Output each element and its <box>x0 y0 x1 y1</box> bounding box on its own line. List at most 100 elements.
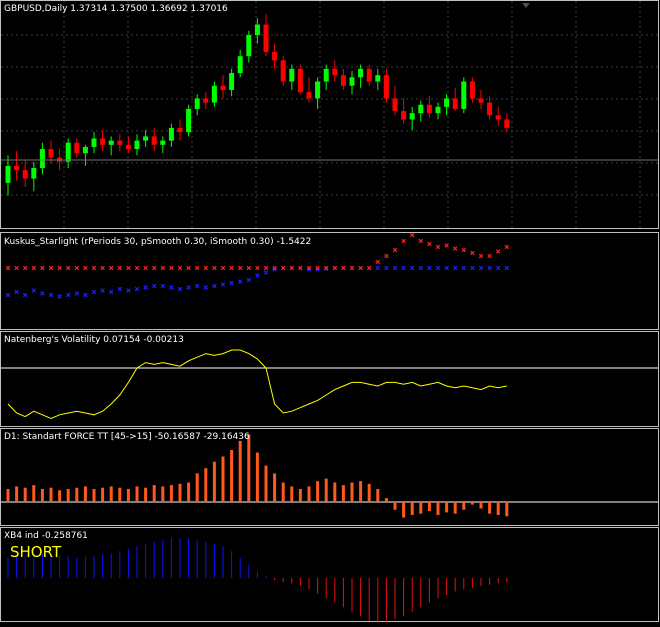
starlight-point <box>57 265 62 271</box>
candle-body <box>495 115 501 120</box>
starlight-point <box>186 265 191 271</box>
candle-body <box>375 75 381 82</box>
starlight-point <box>332 265 338 271</box>
starlight-point <box>177 286 183 292</box>
starlight-point <box>83 265 88 271</box>
starlight-point <box>100 288 105 293</box>
starlight-point <box>246 265 252 271</box>
starlight-point <box>203 285 209 290</box>
starlight-point <box>263 270 269 275</box>
candle-body <box>186 108 192 133</box>
candle-body <box>401 111 407 120</box>
starlight-point <box>435 244 441 250</box>
starlight-point <box>117 265 123 271</box>
starlight-point <box>418 265 424 271</box>
main-pane-frame <box>0 0 659 229</box>
candle-body <box>82 146 88 154</box>
starlight-point <box>40 291 45 296</box>
candle-body <box>280 60 286 82</box>
starlight-point <box>65 265 71 271</box>
starlight-point <box>246 277 252 283</box>
candle-body <box>254 24 260 36</box>
volatility-line <box>7 349 507 419</box>
candle-body <box>426 104 432 114</box>
starlight-point <box>151 265 157 271</box>
starlight-point <box>461 265 467 271</box>
candle-body <box>74 142 80 154</box>
starlight-point <box>470 265 475 271</box>
starlight-point <box>375 265 381 271</box>
candle-body <box>504 119 510 128</box>
starlight-point <box>461 247 467 253</box>
candle-body <box>194 98 200 109</box>
starlight-point <box>134 265 140 271</box>
starlight-point <box>392 265 398 271</box>
starlight-point <box>160 265 166 271</box>
starlight-point <box>349 265 355 271</box>
starlight-point <box>126 288 131 293</box>
starlight-point <box>74 265 80 271</box>
starlight-point <box>143 285 148 290</box>
starlight-point <box>151 283 157 289</box>
starlight-point <box>504 265 510 271</box>
starlight-point <box>220 265 226 271</box>
candle-body <box>487 102 493 116</box>
candle-body <box>237 56 243 74</box>
triangle-down-icon[interactable] <box>522 3 530 8</box>
starlight-point <box>444 243 449 248</box>
kuskus-label: Kuskus_Starlight (rPeriods 30, pSmooth 0… <box>4 237 312 247</box>
starlight-point <box>5 292 11 298</box>
candle-body <box>418 104 424 114</box>
candle-body <box>168 127 174 141</box>
starlight-point <box>160 283 166 289</box>
starlight-point <box>495 265 501 271</box>
candle-body <box>125 144 131 150</box>
candle-body <box>297 68 303 93</box>
candle-body <box>263 24 269 52</box>
starlight-point <box>444 265 449 271</box>
force-label: D1: Standart FORCE TT [45->15] -50.16587… <box>4 432 250 442</box>
starlight-point <box>48 265 54 271</box>
starlight-point <box>203 265 209 271</box>
candle-body <box>409 113 415 120</box>
starlight-point <box>401 238 406 244</box>
starlight-point <box>341 265 346 271</box>
starlight-point <box>14 289 19 295</box>
candle-body <box>435 106 441 114</box>
starlight-point <box>409 265 415 271</box>
candle-body <box>366 68 372 82</box>
starlight-point <box>358 265 363 271</box>
candle-body <box>461 81 467 109</box>
candle-body <box>444 98 450 107</box>
mt4-chart-window[interactable]: GBPUSD,Daily 1.37314 1.37500 1.36692 1.3… <box>0 0 660 623</box>
candle-body <box>31 168 37 179</box>
starlight-point <box>427 241 432 247</box>
starlight-point <box>495 249 501 254</box>
starlight-point <box>255 265 260 271</box>
starlight-point <box>263 265 269 271</box>
starlight-point <box>186 285 191 290</box>
starlight-point <box>177 265 183 271</box>
starlight-point <box>108 265 114 271</box>
candle-body <box>383 75 389 99</box>
starlight-point <box>57 294 62 299</box>
candle-body <box>177 127 183 133</box>
candle-body <box>203 98 209 103</box>
starlight-point <box>126 265 131 271</box>
xb4-pane-frame <box>0 527 659 622</box>
starlight-point <box>212 283 217 289</box>
starlight-point <box>117 286 123 292</box>
candle-body <box>323 68 329 82</box>
starlight-point <box>384 265 389 271</box>
candle-body <box>220 85 226 90</box>
starlight-point <box>22 265 28 271</box>
starlight-point <box>298 265 303 271</box>
candle-body <box>272 51 278 61</box>
starlight-point <box>108 289 114 295</box>
starlight-point <box>487 253 492 259</box>
starlight-point <box>384 253 389 259</box>
starlight-point <box>375 259 381 265</box>
starlight-point <box>65 292 71 298</box>
candle-body <box>143 136 149 141</box>
chart-canvas[interactable] <box>0 0 660 623</box>
